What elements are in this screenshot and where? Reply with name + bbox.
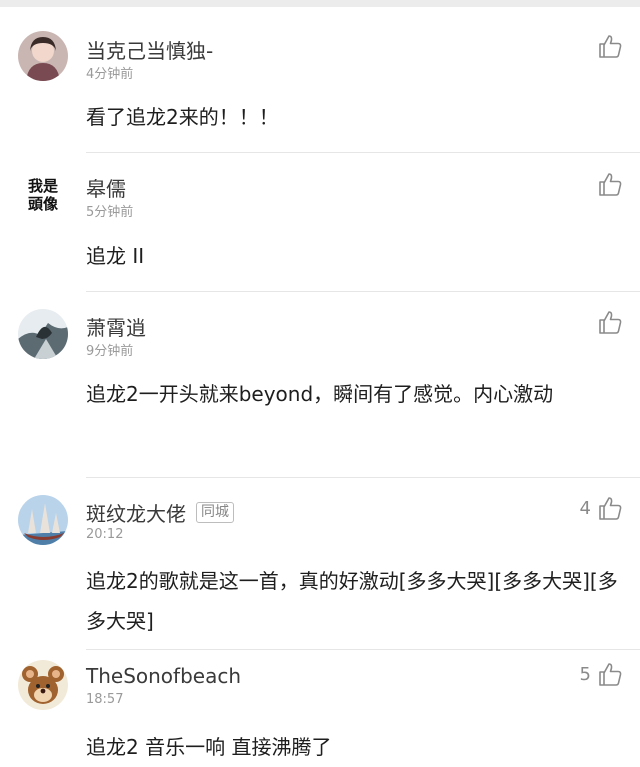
avatar-text: 我是頭像: [27, 177, 58, 213]
timestamp: 18:57: [86, 692, 124, 707]
timestamp: 9分钟前: [86, 344, 134, 359]
like-button[interactable]: 4: [580, 495, 623, 521]
thumbs-up-icon: [599, 173, 622, 196]
username[interactable]: 斑纹龙大佬 同城: [86, 498, 234, 527]
timestamp: 5分钟前: [86, 205, 134, 220]
username-text[interactable]: 皋儒: [86, 173, 126, 202]
timestamp: 4分钟前: [86, 67, 134, 82]
username[interactable]: 萧霄逍: [86, 312, 146, 341]
username[interactable]: TheSonofbeach: [86, 664, 241, 688]
avatar[interactable]: 我是頭像: [18, 170, 68, 220]
comment-text: 看了追龙2来的！！！: [86, 105, 279, 129]
thumbs-up-icon: [599, 35, 622, 58]
username[interactable]: 当克己当慎独-: [86, 35, 213, 64]
divider: [86, 649, 640, 650]
divider: [86, 152, 640, 153]
like-button[interactable]: [597, 171, 623, 197]
thumbs-up-icon: [599, 497, 622, 520]
comment-text: 追龙 II: [86, 244, 145, 268]
local-badge: 同城: [196, 502, 234, 523]
comment-text: 追龙2的歌就是这一首，真的好激动[多多大哭][多多大哭][多多大哭]: [86, 569, 618, 633]
like-button[interactable]: [597, 309, 623, 335]
divider: [86, 291, 640, 292]
thumbs-up-icon: [599, 311, 622, 334]
divider: [86, 477, 640, 478]
like-button[interactable]: [597, 33, 623, 59]
username-text[interactable]: 斑纹龙大佬: [86, 498, 186, 527]
top-strip: [0, 0, 640, 7]
like-count: 4: [579, 497, 591, 519]
comment-text: 追龙2一开头就来beyond，瞬间有了感觉。内心激动: [86, 382, 554, 406]
thumbs-up-icon: [599, 663, 622, 686]
like-button[interactable]: 5: [580, 661, 623, 687]
username-text[interactable]: 当克己当慎独-: [86, 35, 213, 64]
like-count: 5: [579, 663, 591, 685]
timestamp: 20:12: [86, 527, 124, 542]
avatar[interactable]: [18, 495, 68, 545]
avatar[interactable]: [18, 31, 68, 81]
avatar[interactable]: [18, 309, 68, 359]
username-text[interactable]: 萧霄逍: [86, 312, 146, 341]
username[interactable]: 皋儒: [86, 173, 126, 202]
username-text[interactable]: TheSonofbeach: [86, 664, 241, 688]
comment-text: 追龙2 音乐一响 直接沸腾了: [86, 735, 332, 759]
avatar[interactable]: [18, 660, 68, 710]
